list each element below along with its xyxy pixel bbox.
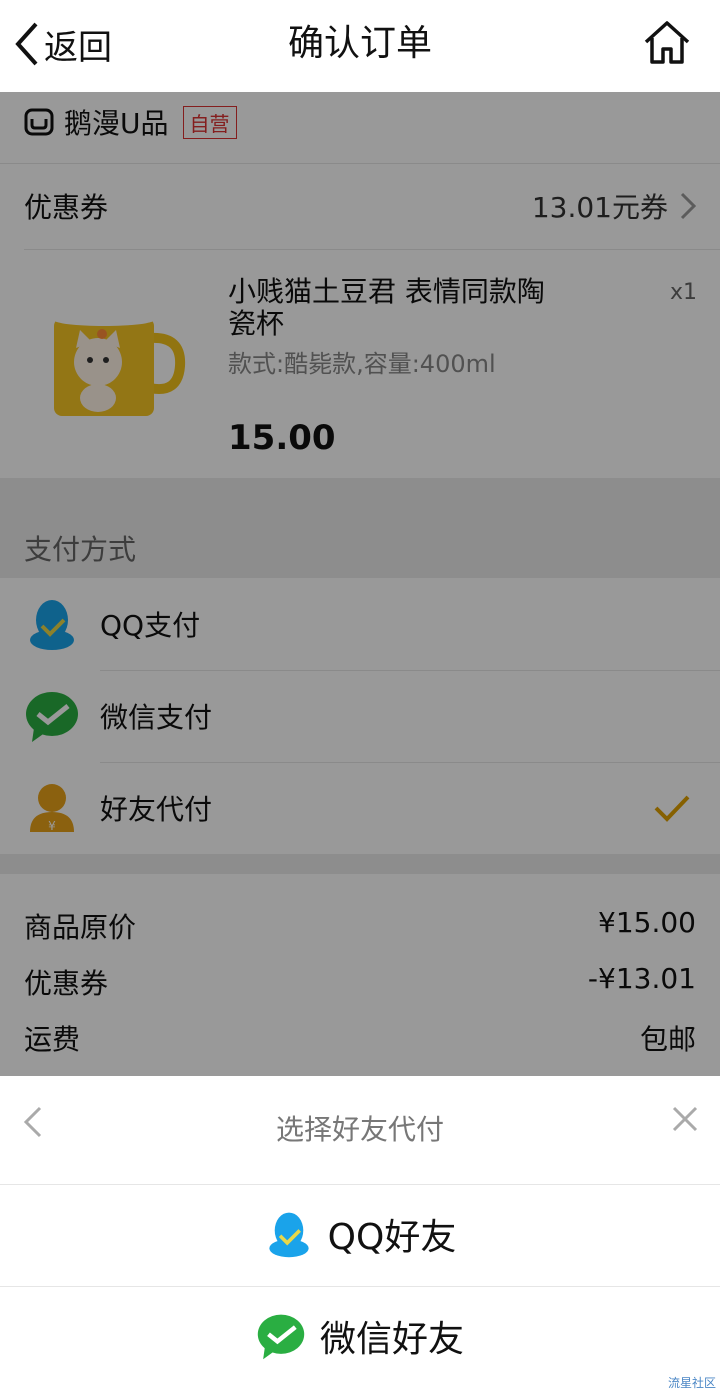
qq-penguin-icon (269, 1212, 309, 1258)
share-option-qq-friend[interactable]: QQ好友 (0, 1184, 720, 1284)
home-icon[interactable] (642, 18, 692, 68)
page-title: 确认订单 (287, 23, 432, 64)
modal-backdrop[interactable] (0, 92, 720, 1076)
watermark: 流星社区 (668, 1376, 717, 1390)
share-option-wechat-friend[interactable]: 微信好友 (0, 1286, 720, 1386)
wechat-icon (257, 1314, 305, 1360)
close-icon[interactable] (670, 1104, 700, 1134)
share-option-label: QQ好友 (327, 1217, 457, 1258)
share-option-label: 微信好友 (319, 1319, 464, 1360)
sheet-title: 选择好友代付 (275, 1113, 444, 1146)
